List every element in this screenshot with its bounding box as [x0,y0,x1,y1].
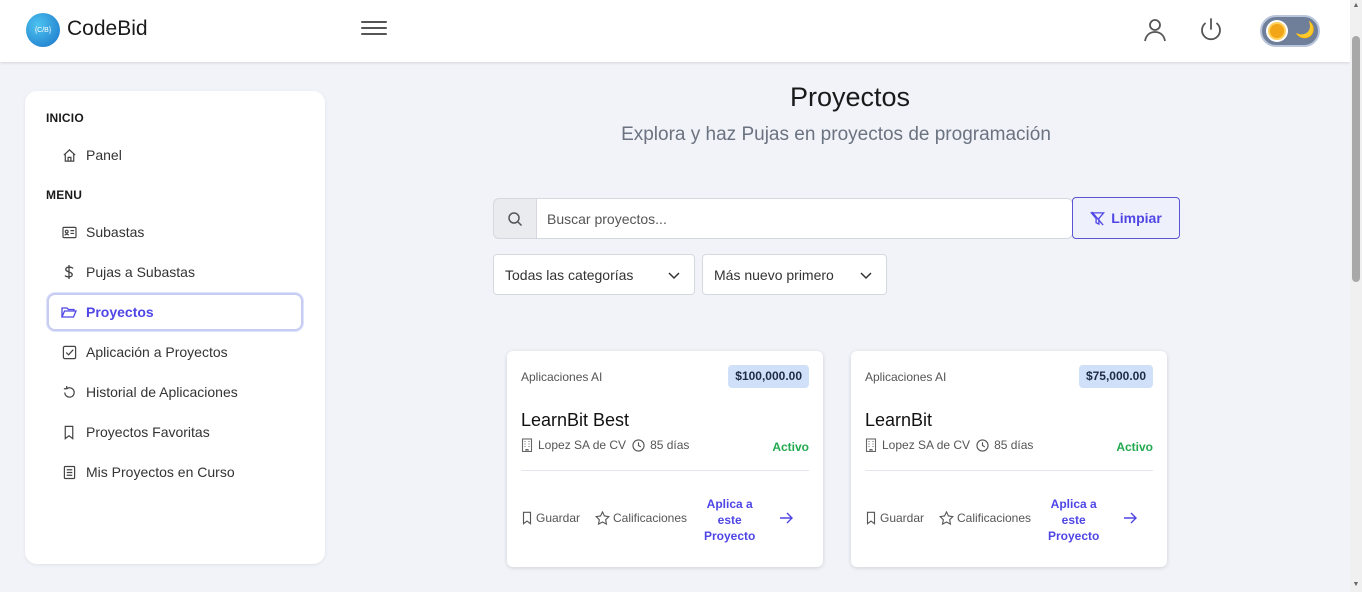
clock-icon [632,438,645,452]
clock-icon [976,438,989,452]
id-card-icon [61,224,77,240]
sort-select-value: Más nuevo primero [714,266,834,283]
dollar-icon [61,264,77,280]
user-icon[interactable] [1141,16,1169,44]
apply-line: Aplica a [706,497,753,511]
theme-toggle[interactable]: 🌙 [1260,15,1320,47]
check-square-icon [61,344,77,360]
bookmark-icon [866,511,876,525]
sidebar-item-favoritas[interactable]: Proyectos Favoritas [47,413,303,451]
card-meta: Lopez SA de CV 85 días [521,438,689,452]
search-input[interactable] [536,198,1073,239]
status-badge: Activo [772,440,809,454]
card-divider [521,470,809,471]
category-select-value: Todas las categorías [505,266,634,283]
card-category: Aplicaciones AI [865,370,947,384]
sidebar-item-aplicacion[interactable]: Aplicación a Proyectos [47,333,303,371]
sidebar-item-label: Historial de Aplicaciones [86,384,238,400]
card-title[interactable]: LearnBit [865,410,932,431]
company-name: Lopez SA de CV [882,438,971,452]
sidebar-item-en-curso[interactable]: Mis Proyectos en Curso [47,453,303,491]
arrow-right-icon[interactable] [1123,511,1137,525]
apply-line: este [717,513,742,527]
save-button[interactable]: Guardar [865,511,924,525]
price-badge: $100,000.00 [728,365,809,388]
sidebar-item-historial[interactable]: Historial de Aplicaciones [47,373,303,411]
star-icon [595,511,610,525]
save-button[interactable]: Guardar [521,511,580,525]
scrollbar-thumb[interactable] [1352,36,1360,282]
building-icon [865,438,877,452]
card-category: Aplicaciones AI [521,370,603,384]
folder-open-icon [61,304,77,320]
sidebar-item-subastas[interactable]: Subastas [47,213,303,251]
sidebar-item-label: Mis Proyectos en Curso [86,464,235,480]
arrow-right-icon[interactable] [779,511,793,525]
page-subtitle: Explora y haz Pujas en proyectos de prog… [621,124,1051,145]
project-card: Aplicaciones AI $100,000.00 LearnBit Bes… [507,351,823,567]
ratings-label: Calificaciones [613,511,688,525]
page-title: Proyectos [789,82,911,112]
sun-icon [1266,20,1288,42]
apply-button[interactable]: Aplica a este Proyecto [704,496,755,544]
history-icon [61,384,77,400]
search-icon [493,198,536,239]
bookmark-icon [522,511,532,525]
status-badge: Activo [1116,440,1153,454]
card-title[interactable]: LearnBit Best [521,410,629,431]
sort-select[interactable]: Más nuevo primero [702,254,887,295]
sidebar-section-inicio: INICIO [46,111,84,125]
scroll-down-icon[interactable]: ▼ [1352,581,1360,589]
sidebar-item-proyectos[interactable]: Proyectos [47,293,303,331]
bookmark-icon [61,424,77,440]
card-meta: Lopez SA de CV 85 días [865,438,1033,452]
duration: 85 días [650,438,690,452]
save-label: Guardar [880,511,925,525]
sidebar-item-label: Proyectos Favoritas [86,424,210,440]
save-label: Guardar [536,511,581,525]
category-select[interactable]: Todas las categorías [493,254,695,295]
clear-filters-button[interactable]: Limpiar [1072,197,1180,239]
moon-icon: 🌙 [1295,22,1315,39]
chevron-down-icon [668,272,680,280]
top-navbar: {C/B} CodeBid 🌙 [0,0,1350,62]
chevron-down-icon [860,272,872,280]
project-card: Aplicaciones AI $75,000.00 LearnBit Lope… [851,351,1167,567]
menu-icon[interactable] [361,17,387,41]
company-name: Lopez SA de CV [538,438,627,452]
card-divider [865,470,1153,471]
brand-logo[interactable]: {C/B} [26,13,60,47]
ratings-button[interactable]: Calificaciones [939,511,1031,525]
page-scrollbar[interactable]: ▲ ▼ [1350,0,1362,592]
sidebar-item-label: Proyectos [86,304,154,320]
apply-line: Proyecto [1048,529,1100,543]
apply-line: Proyecto [704,529,756,543]
apply-line: este [1061,513,1086,527]
document-list-icon [61,464,77,480]
search-bar [493,198,1073,239]
clear-filters-label: Limpiar [1111,210,1162,226]
sidebar-item-label: Panel [86,147,122,163]
price-badge: $75,000.00 [1078,365,1153,388]
ratings-button[interactable]: Calificaciones [595,511,687,525]
sidebar-item-pujas[interactable]: Pujas a Subastas [47,253,303,291]
sidebar-item-panel[interactable]: Panel [47,136,303,174]
filter-clear-icon [1090,211,1106,225]
apply-button[interactable]: Aplica a este Proyecto [1048,496,1099,544]
scroll-up-icon[interactable]: ▲ [1352,2,1360,10]
star-icon [939,511,954,525]
apply-line: Aplica a [1050,497,1097,511]
duration: 85 días [994,438,1034,452]
home-icon [61,147,77,163]
power-icon[interactable] [1197,16,1225,44]
sidebar-item-label: Pujas a Subastas [86,264,195,280]
brand-name[interactable]: CodeBid [67,17,148,41]
sidebar-item-label: Aplicación a Proyectos [86,344,228,360]
sidebar-section-menu: MENU [46,188,83,202]
ratings-label: Calificaciones [957,511,1032,525]
building-icon [521,438,533,452]
sidebar-item-label: Subastas [86,224,145,240]
sidebar: INICIO Panel MENU Subastas Pujas a Subas… [25,91,325,564]
